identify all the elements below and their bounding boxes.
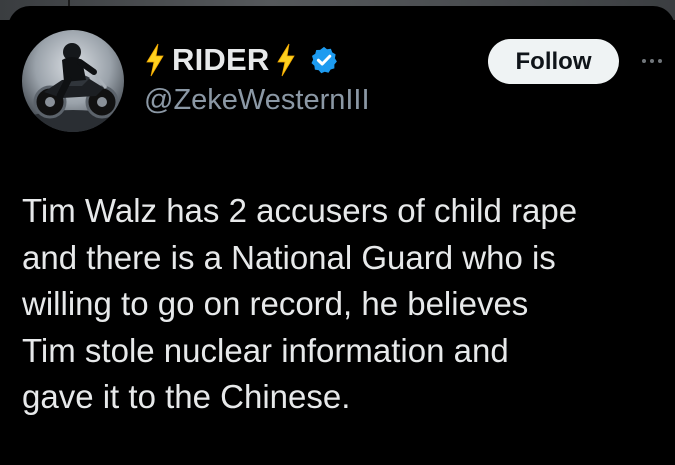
more-options-icon[interactable]: [634, 48, 670, 74]
more-dot: [642, 59, 646, 63]
tweet-text: Tim Walz has 2 accusers of child rape an…: [22, 192, 578, 415]
motorcycle-rider-avatar-image: [25, 43, 121, 132]
author-name-row[interactable]: RIDER: [144, 40, 339, 80]
follow-button[interactable]: Follow: [488, 39, 619, 84]
more-dot: [658, 59, 662, 63]
lightning-bolt-icon: [277, 43, 296, 77]
lightning-bolt-icon: [146, 43, 164, 77]
verified-badge-icon[interactable]: [309, 45, 339, 75]
author-handle[interactable]: @ZekeWesternIII: [144, 84, 370, 117]
avatar[interactable]: [22, 30, 124, 132]
author-display-name[interactable]: RIDER: [172, 42, 269, 78]
more-dot: [650, 59, 654, 63]
